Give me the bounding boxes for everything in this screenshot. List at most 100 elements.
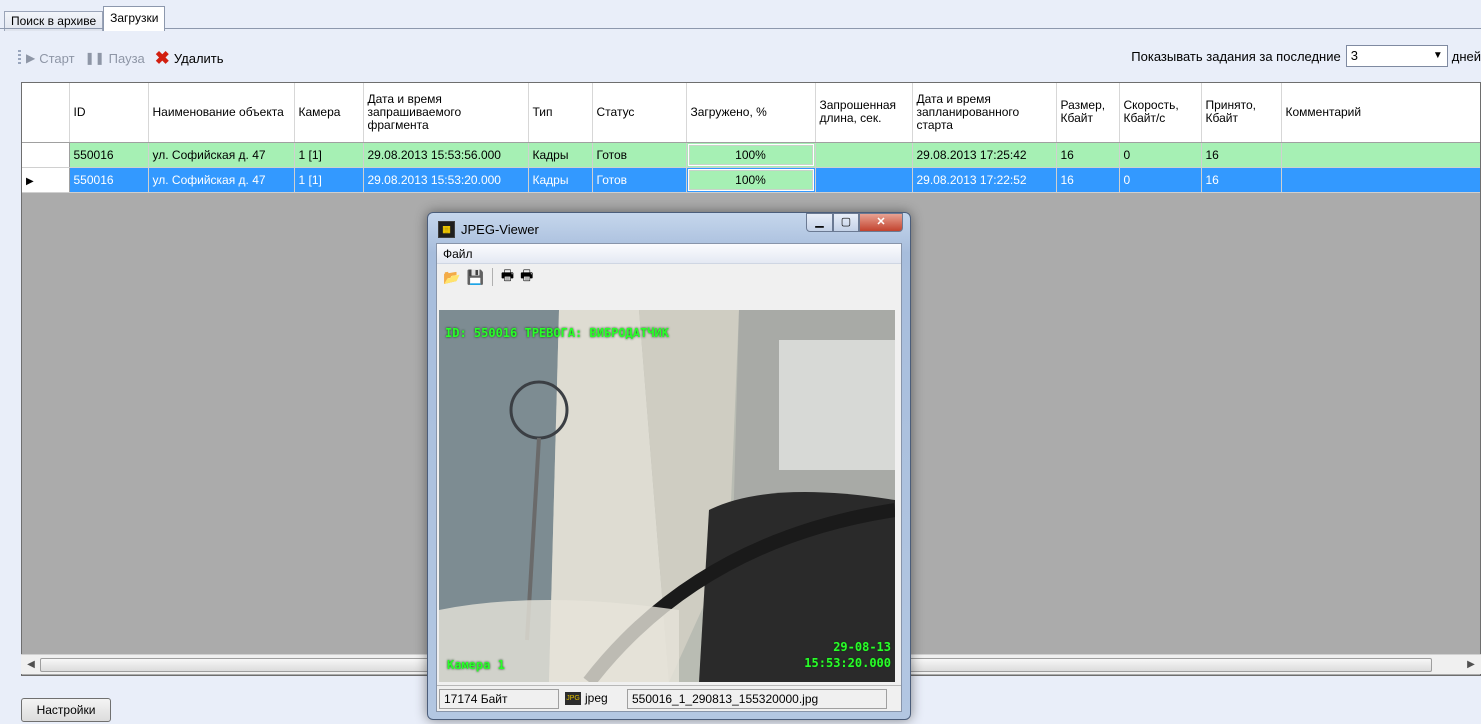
status-file-size: 17174 Байт	[439, 688, 559, 709]
print-preview-icon[interactable]: 🖶	[520, 265, 533, 289]
days-suffix: дней	[1451, 48, 1481, 64]
cell-speed[interactable]: 0	[1119, 142, 1202, 168]
cell-status[interactable]: Готов	[592, 142, 687, 168]
cell-length[interactable]	[815, 167, 913, 193]
minimize-icon[interactable]: ▁	[806, 213, 833, 232]
open-folder-icon[interactable]: 📂	[443, 269, 460, 286]
days-filter-label: Показывать задания за последние	[1131, 48, 1341, 64]
days-select-value: 3	[1350, 48, 1358, 63]
overlay-camera: Камера 1	[447, 658, 505, 672]
print-icon[interactable]: 🖶	[501, 265, 514, 289]
delete-x-icon: ✖	[154, 47, 170, 68]
col-header-type[interactable]: Тип	[528, 83, 593, 143]
cell-id[interactable]: 550016	[69, 142, 149, 168]
pause-button[interactable]: ❚❚ Пауза	[85, 51, 145, 66]
progress-value: 100%	[687, 143, 814, 166]
overlay-alarm-text: ID: 550016 ТРЕВОГА: ВИБРОДАТЧИК	[445, 326, 669, 340]
cell-comment[interactable]	[1281, 167, 1480, 193]
cell-speed[interactable]: 0	[1119, 167, 1202, 193]
tab-downloads[interactable]: Загрузки	[103, 6, 166, 31]
cell-received[interactable]: 16	[1201, 142, 1282, 168]
col-header-received[interactable]: Принято, Кбайт	[1201, 83, 1282, 143]
row-header[interactable]	[22, 142, 70, 168]
chevron-down-icon[interactable]: ▼	[1433, 46, 1443, 66]
cell-comment[interactable]	[1281, 142, 1480, 168]
close-icon[interactable]: ✕	[859, 213, 903, 232]
current-row-arrow-icon: ▶	[26, 175, 34, 187]
pause-label: Пауза	[108, 50, 145, 66]
pause-icon: ❚❚	[84, 51, 105, 65]
table-row[interactable]: 550016 ул. Софийская д. 47 1 [1] 29.08.2…	[22, 142, 1480, 168]
toolbar-grip	[18, 50, 21, 66]
col-header-comment[interactable]: Комментарий	[1281, 83, 1480, 143]
cell-planned-start[interactable]: 29.08.2013 17:25:42	[912, 142, 1057, 168]
viewer-title: JPEG-Viewer	[461, 222, 539, 237]
cell-size[interactable]: 16	[1056, 142, 1120, 168]
row-header-corner	[22, 83, 70, 143]
viewer-statusbar: 17174 Байт JPG jpeg 550016_1_290813_15532…	[437, 685, 901, 711]
col-header-object[interactable]: Наименование объекта	[148, 83, 295, 143]
progress-value: 100%	[687, 168, 814, 191]
settings-button[interactable]: Настройки	[21, 698, 111, 722]
tab-content-border	[0, 28, 1481, 29]
cell-size[interactable]: 16	[1056, 167, 1120, 193]
row-header[interactable]: ▶	[22, 167, 70, 193]
start-button[interactable]: ▶ Старт	[26, 51, 75, 66]
col-header-size[interactable]: Размер, Кбайт	[1056, 83, 1120, 143]
col-header-status[interactable]: Статус	[592, 83, 687, 143]
cell-planned-start[interactable]: 29.08.2013 17:22:52	[912, 167, 1057, 193]
col-header-length[interactable]: Запрошенная длина, сек.	[815, 83, 913, 143]
viewer-menubar: Файл	[437, 244, 901, 264]
cell-type[interactable]: Кадры	[528, 167, 593, 193]
delete-label: Удалить	[173, 50, 224, 66]
toolbar: ▶ Старт ❚❚ Пауза ✖ Удалить Показывать за…	[0, 38, 1481, 78]
cell-length[interactable]	[815, 142, 913, 168]
camera-frame-image: ID: 550016 ТРЕВОГА: ВИБРОДАТЧИК 29-08-13…	[439, 310, 895, 682]
delete-button[interactable]: ✖ Удалить	[155, 48, 224, 69]
days-select[interactable]: 3 ▼	[1345, 45, 1448, 67]
menu-file[interactable]: Файл	[443, 247, 473, 261]
start-label: Старт	[39, 50, 75, 66]
cell-fragment-time[interactable]: 29.08.2013 15:53:56.000	[363, 142, 529, 168]
window-controls: ▁ ▢ ✕	[806, 213, 903, 232]
camera-scene-graphic	[439, 310, 895, 682]
scroll-right-icon[interactable]: ▶	[1463, 657, 1479, 673]
col-header-camera[interactable]: Камера	[294, 83, 364, 143]
viewer-toolbar: 📂 💾 🖶 🖶	[437, 264, 901, 290]
overlay-time: 15:53:20.000	[804, 656, 891, 670]
status-format-label: jpeg	[585, 690, 608, 705]
scroll-left-icon[interactable]: ◀	[23, 657, 39, 673]
cell-camera[interactable]: 1 [1]	[294, 142, 364, 168]
status-file-name: 550016_1_290813_155320000.jpg	[627, 688, 887, 709]
toolbar-separator	[491, 268, 493, 286]
cell-loaded[interactable]: 100%	[686, 167, 816, 193]
tab-strip: Поиск в архиве Загрузки	[4, 2, 166, 34]
jpeg-viewer-window[interactable]: ▦ JPEG-Viewer ▁ ▢ ✕ Файл 📂 💾 🖶 🖶 ID: 550…	[427, 212, 911, 720]
cell-object[interactable]: ул. Софийская д. 47	[148, 167, 295, 193]
save-icon[interactable]: 💾	[466, 269, 483, 286]
cell-object[interactable]: ул. Софийская д. 47	[148, 142, 295, 168]
col-header-planned-start[interactable]: Дата и время запланированного старта	[912, 83, 1057, 143]
viewer-titlebar[interactable]: ▦ JPEG-Viewer	[438, 221, 539, 238]
viewer-client: Файл 📂 💾 🖶 🖶 ID: 550016 ТРЕВОГА: ВИБРОДА…	[436, 243, 902, 712]
overlay-date: 29-08-13	[833, 640, 891, 654]
status-format: JPG jpeg	[561, 689, 625, 709]
col-header-id[interactable]: ID	[69, 83, 149, 143]
col-header-speed[interactable]: Скорость, Кбайт/с	[1119, 83, 1202, 143]
jpeg-icon: JPG	[565, 691, 581, 705]
days-filter: Показывать задания за последние 3 ▼ дней	[1131, 45, 1481, 67]
cell-camera[interactable]: 1 [1]	[294, 167, 364, 193]
grid-header-row: ID Наименование объекта Камера Дата и вр…	[22, 83, 1480, 143]
cell-fragment-time[interactable]: 29.08.2013 15:53:20.000	[363, 167, 529, 193]
col-header-loaded[interactable]: Загружено, %	[686, 83, 816, 143]
viewer-app-icon: ▦	[438, 221, 455, 238]
col-header-fragment-time[interactable]: Дата и время запрашиваемого фрагмента	[363, 83, 529, 143]
cell-type[interactable]: Кадры	[528, 142, 593, 168]
maximize-icon[interactable]: ▢	[833, 213, 859, 232]
play-icon: ▶	[26, 51, 36, 65]
cell-loaded[interactable]: 100%	[686, 142, 816, 168]
table-row-selected[interactable]: ▶ 550016 ул. Софийская д. 47 1 [1] 29.08…	[22, 167, 1480, 193]
cell-received[interactable]: 16	[1201, 167, 1282, 193]
cell-id[interactable]: 550016	[69, 167, 149, 193]
cell-status[interactable]: Готов	[592, 167, 687, 193]
